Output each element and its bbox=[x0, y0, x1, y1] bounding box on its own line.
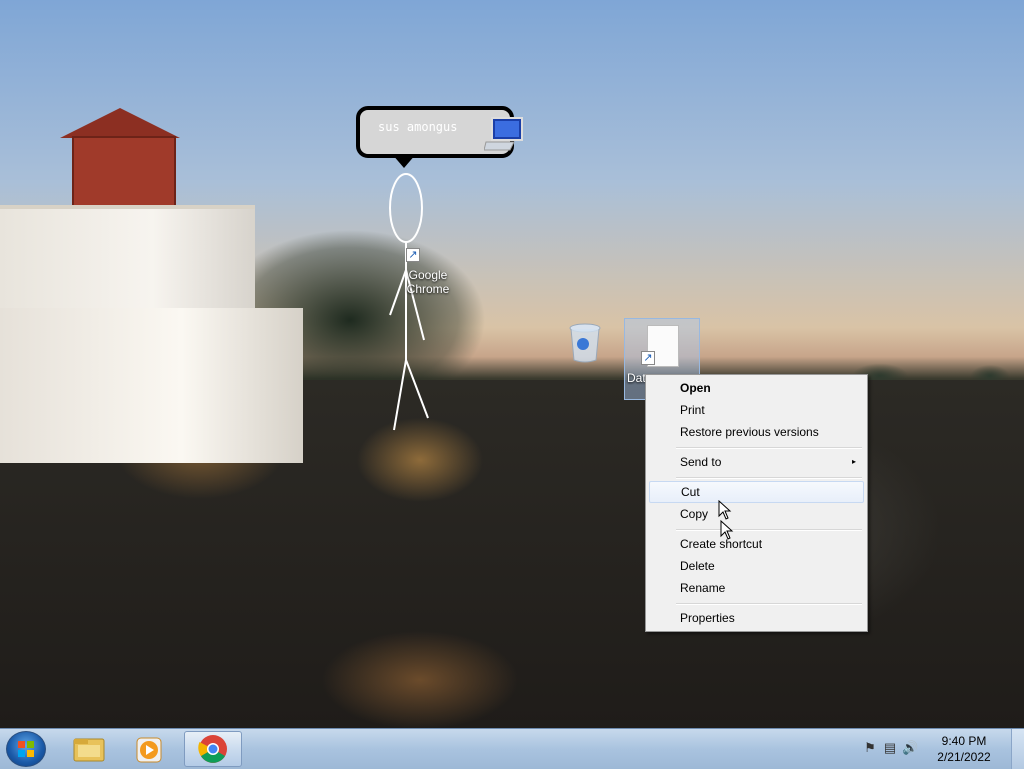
lighthouse-roof bbox=[60, 108, 180, 138]
menu-separator bbox=[676, 603, 862, 605]
menu-item-restore-previous-versions[interactable]: Restore previous versions bbox=[649, 421, 864, 443]
submenu-arrow-icon: ▸ bbox=[851, 457, 856, 466]
chrome-icon[interactable] bbox=[184, 731, 242, 767]
explorer-icon[interactable] bbox=[60, 731, 118, 767]
shortcut-arrow-icon: ↗ bbox=[641, 351, 655, 365]
lighthouse-lower-wall bbox=[0, 308, 303, 463]
clock[interactable]: 9:40 PM 2/21/2022 bbox=[924, 733, 1004, 765]
menu-separator bbox=[676, 447, 862, 449]
lighthouse-upper-wall bbox=[0, 205, 255, 324]
speech-bubble-tail bbox=[392, 154, 416, 168]
action-center-flag-icon[interactable]: ⚑ bbox=[862, 740, 878, 756]
chrome-shortcut-icon[interactable]: ↗ bbox=[406, 248, 420, 262]
lighthouse-lamp-room bbox=[72, 136, 176, 210]
menu-separator bbox=[676, 477, 862, 479]
network-icon[interactable]: ▤ bbox=[882, 740, 898, 756]
show-desktop-button[interactable] bbox=[1011, 729, 1024, 769]
menu-item-send-to[interactable]: Send to ▸ bbox=[649, 451, 864, 473]
menu-item-print[interactable]: Print bbox=[649, 399, 864, 421]
mouse-pointer-icon bbox=[720, 520, 734, 540]
chrome-shortcut-label[interactable]: Google Chrome bbox=[396, 268, 460, 296]
media-player-icon[interactable] bbox=[120, 731, 178, 767]
menu-item-create-shortcut[interactable]: Create shortcut bbox=[649, 533, 864, 555]
windows-start-icon[interactable] bbox=[6, 731, 46, 767]
menu-item-copy[interactable]: Copy bbox=[649, 503, 864, 525]
desktop[interactable]: sus amongus ↗ Google Chrome ↗ Dat Open P… bbox=[0, 0, 1024, 728]
menu-item-delete[interactable]: Delete bbox=[649, 555, 864, 577]
computer-icon[interactable] bbox=[484, 116, 528, 152]
menu-item-rename[interactable]: Rename bbox=[649, 577, 864, 599]
menu-item-properties[interactable]: Properties bbox=[649, 607, 864, 629]
system-tray: ⚑ ▤ 🔊 9:40 PM 2/21/2022 bbox=[854, 729, 1024, 769]
menu-item-open[interactable]: Open bbox=[649, 377, 864, 399]
stick-figure-drawing bbox=[389, 173, 429, 431]
menu-separator bbox=[676, 529, 862, 531]
clock-date: 2/21/2022 bbox=[937, 750, 991, 764]
recycle-bin-icon[interactable] bbox=[568, 322, 602, 364]
mouse-pointer-icon bbox=[718, 500, 732, 520]
speech-bubble-text: sus amongus bbox=[378, 120, 458, 134]
taskbar: ⚑ ▤ 🔊 9:40 PM 2/21/2022 bbox=[0, 728, 1024, 769]
context-menu: Open Print Restore previous versions Sen… bbox=[645, 374, 868, 632]
menu-item-cut[interactable]: Cut bbox=[649, 481, 864, 503]
clock-time: 9:40 PM bbox=[941, 734, 987, 748]
volume-icon[interactable]: 🔊 bbox=[902, 740, 918, 756]
